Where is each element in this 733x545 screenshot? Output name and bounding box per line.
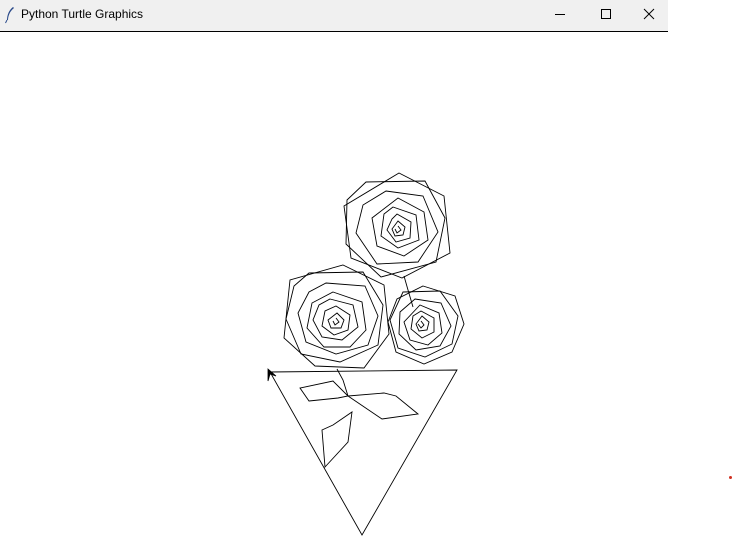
maximize-button[interactable] [583, 0, 629, 31]
title-bar[interactable]: Python Turtle Graphics [0, 0, 668, 32]
close-icon [643, 7, 655, 25]
rose-top [343, 172, 451, 279]
turtle-canvas[interactable] [0, 33, 668, 540]
rose-right [387, 285, 465, 365]
rose-left [283, 264, 390, 369]
minimize-icon [554, 7, 566, 25]
leaf-right [346, 392, 420, 420]
red-dot [729, 476, 732, 479]
leaf-left [299, 380, 349, 402]
minimize-button[interactable] [537, 0, 583, 31]
close-button[interactable] [629, 0, 668, 31]
turtle-window: Python Turtle Graphics [0, 0, 668, 540]
turtle-drawing [267, 172, 465, 536]
turtle-cursor [267, 368, 277, 382]
maximize-icon [600, 7, 612, 25]
leaf-lower-left [321, 411, 353, 469]
window-title: Python Turtle Graphics [21, 7, 144, 21]
feather-icon [4, 6, 16, 24]
stem-main [336, 368, 349, 397]
